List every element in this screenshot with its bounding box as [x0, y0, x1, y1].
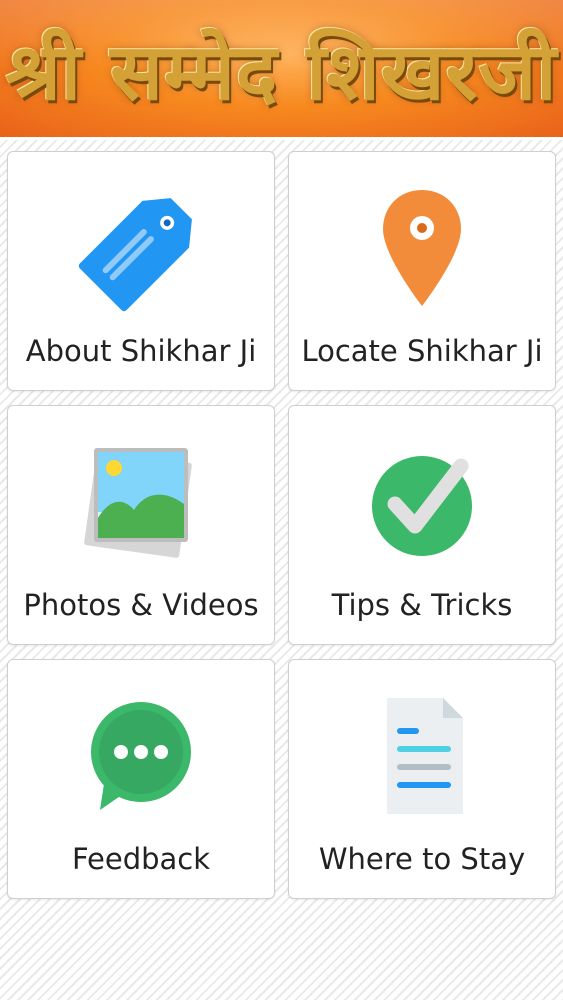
- tile-label: Tips & Tricks: [331, 588, 513, 622]
- chat-bubble-icon: [76, 692, 206, 822]
- tile-label: Photos & Videos: [23, 588, 259, 622]
- tag-icon: [76, 184, 206, 314]
- document-icon: [357, 692, 487, 822]
- tile-label: Locate Shikhar Ji: [301, 334, 543, 368]
- photo-gallery-icon: [76, 438, 206, 568]
- photos-videos-button[interactable]: Photos & Videos: [7, 405, 275, 645]
- tile-label: Where to Stay: [318, 842, 526, 876]
- app-title: श्री सम्मेद शिखरजी: [5, 26, 558, 118]
- check-circle-icon: [357, 438, 487, 568]
- tile-label: Feedback: [71, 842, 211, 876]
- about-shikhar-ji-button[interactable]: About Shikhar Ji: [7, 151, 275, 391]
- location-pin-icon: [357, 184, 487, 314]
- tips-tricks-button[interactable]: Tips & Tricks: [288, 405, 556, 645]
- where-to-stay-button[interactable]: Where to Stay: [288, 659, 556, 899]
- tile-label: About Shikhar Ji: [25, 334, 257, 368]
- feedback-button[interactable]: Feedback: [7, 659, 275, 899]
- locate-shikhar-ji-button[interactable]: Locate Shikhar Ji: [288, 151, 556, 391]
- app-header: श्री सम्मेद शिखरजी: [0, 0, 563, 140]
